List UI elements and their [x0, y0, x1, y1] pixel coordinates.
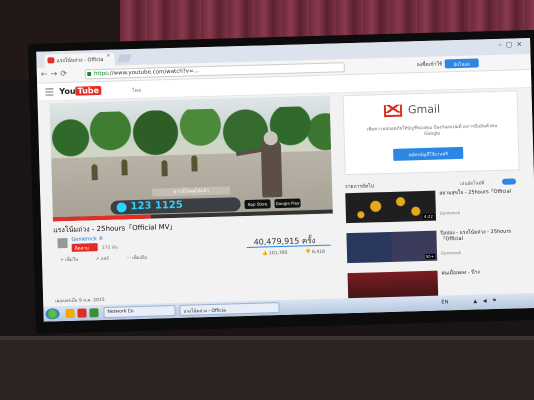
video-singer: [260, 138, 283, 198]
dislike-count[interactable]: 👎 6,418: [305, 250, 333, 256]
url-text: ://www.youtube.com/watch?v=...: [107, 68, 199, 77]
google-play-badge: Google Play: [274, 198, 301, 209]
logo-you: You: [59, 86, 76, 97]
video-actions: + เพิ่มใน ↗ แชร์ ··· เพิ่มเติม: [60, 253, 163, 263]
recommendation-thumbnail: 50+: [346, 230, 438, 264]
phone-icon: [116, 202, 127, 213]
recommendation-channel: Genierock: [440, 249, 462, 256]
youtube-logo[interactable]: You Tube: [59, 85, 102, 97]
hamburger-menu-icon[interactable]: [45, 88, 54, 97]
logo-tube: Tube: [75, 85, 102, 96]
app-store-badge: App Store: [244, 199, 271, 210]
share-button[interactable]: ↗ แชร์: [95, 257, 109, 262]
taskbar-item[interactable]: แรงโน้มถ่วง - Officia: [179, 302, 280, 316]
gmail-ad[interactable]: Gmail เพิ่มความปลอดภัยให้บัญชีของคุณ ป้อ…: [342, 90, 520, 176]
gmail-logo-icon: [383, 104, 403, 118]
watch-page: ดาวน์โหลดได้แล้ว 123 1125 App Store Goog…: [37, 87, 534, 307]
media-player-icon[interactable]: [77, 308, 87, 318]
language-indicator[interactable]: EN: [441, 299, 448, 305]
youtube-favicon-icon: [47, 57, 55, 64]
recommendation-item[interactable]: 4:22 สยามสุขใจ - 25hours「Official Genier…: [345, 188, 521, 225]
channel-avatar[interactable]: [57, 237, 68, 249]
video-title: แรงโน้มถ่วง - 25hours「Official MV」: [53, 222, 177, 235]
photo-background: ! แรงโน้มถ่วง - Officia × –▢× ←→⟳ ■ http…: [0, 0, 534, 400]
tv-stand: [0, 340, 534, 400]
url-scheme: https: [93, 70, 109, 78]
recommendation-title: สยามสุขใจ - 25hours「Official: [439, 188, 512, 197]
start-button-icon[interactable]: [45, 308, 60, 320]
channel-name[interactable]: Genierock ®: [71, 236, 103, 243]
ad-text: เพิ่มความปลอดภัยให้บัญชีของคุณ ป้องกันสแ…: [366, 123, 498, 137]
subscribe-button[interactable]: ติดตาม: [71, 243, 98, 252]
tv-frame: แรงโน้มถ่วง - Officia × –▢× ←→⟳ ■ https:…: [28, 29, 534, 334]
app-icon[interactable]: [89, 308, 99, 318]
recommendation-title: ฝนเมื่อเพลง - ป๊าง: [441, 269, 480, 277]
video-dancer: [191, 155, 198, 172]
folder-icon[interactable]: [65, 308, 75, 319]
tab-close-icon[interactable]: ×: [106, 53, 110, 59]
publish-date: เผยแพร่เมื่อ 9 ส.ค. 2015: [55, 297, 105, 305]
video-dancer: [91, 164, 98, 181]
video-dancer: [121, 159, 128, 176]
recommendation-item[interactable]: 50+ ปิงปอง - แรงโน้มถ่วง - 25hours「Offic…: [346, 228, 522, 265]
lock-icon: ■: [86, 71, 92, 78]
overlay-number-text: 123 1125: [130, 199, 183, 213]
country-code: ไทย: [132, 87, 142, 95]
recommendation-channel: Genierock: [439, 210, 461, 216]
upload-button[interactable]: อัปโหลด: [444, 58, 479, 69]
autoplay-toggle[interactable]: [501, 178, 517, 185]
recommendation-title: ปิงปอง - แรงโน้มถ่วง - 25hours「Official: [440, 228, 512, 243]
new-tab-button[interactable]: [117, 54, 132, 63]
ad-cta-button[interactable]: สมัครบัญชีใช้งานฟรี: [393, 146, 464, 161]
duration-badge: 50+: [424, 253, 436, 260]
video-trees: [49, 105, 332, 159]
video-dancer: [161, 160, 168, 177]
autoplay-label: เล่นอัตโนมัติ: [460, 181, 485, 187]
bookmark-star-icon[interactable]: ☆: [465, 59, 472, 68]
like-count[interactable]: 👍 101,785: [262, 251, 296, 257]
tab-title: แรงโน้มถ่วง - Officia: [56, 56, 104, 65]
up-next-label: รายการถัดไป: [345, 183, 375, 191]
subscriber-count: 375 พัน: [101, 245, 118, 252]
taskbar-item-label: แรงโน้มถ่วง - Officia: [183, 308, 226, 315]
like-count-text: 101,785: [268, 250, 288, 257]
duration-badge: 4:22: [422, 213, 435, 220]
gmail-brand: Gmail: [407, 102, 441, 117]
taskbar-item-label: Network Co: [107, 309, 134, 315]
system-tray-icons[interactable]: ▲ ◀ ⚑: [473, 298, 499, 305]
sign-in-link[interactable]: ลงชื่อเข้าใช้: [417, 60, 443, 69]
dislike-count-text: 6,418: [312, 249, 326, 256]
taskbar-item[interactable]: Network Co: [103, 304, 176, 318]
window-controls[interactable]: –▢×: [498, 40, 526, 49]
video-player[interactable]: ดาวน์โหลดได้แล้ว 123 1125 App Store Goog…: [49, 95, 333, 222]
add-to-button[interactable]: + เพิ่มใน: [60, 258, 78, 263]
like-dislike: 👍 101,785 👎 6,418: [262, 249, 341, 257]
more-button[interactable]: ··· เพิ่มเติม: [126, 256, 147, 262]
navigation-buttons[interactable]: ←→⟳: [41, 69, 70, 79]
recommendation-thumbnail: 4:22: [345, 190, 437, 224]
tv-screen: แรงโน้มถ่วง - Officia × –▢× ←→⟳ ■ https:…: [36, 37, 534, 322]
